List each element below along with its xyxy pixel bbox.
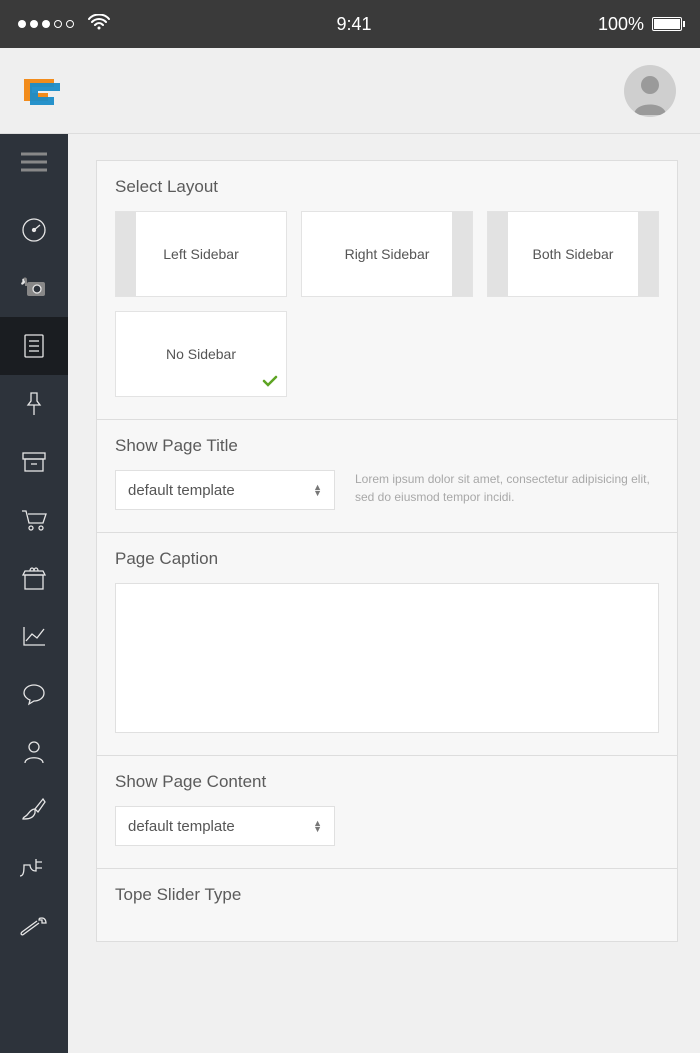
layout-option-right-sidebar[interactable]: Right Sidebar [301,211,473,297]
user-icon [22,739,46,765]
status-time: 9:41 [336,14,371,35]
document-icon [22,333,46,359]
layout-option-label: No Sidebar [166,346,236,362]
section-tope-slider-type: Tope Slider Type [97,869,677,941]
section-title: Show Page Content [115,772,659,792]
section-show-page-title: Show Page Title default template ▲▼ Lore… [97,420,677,533]
sidebar-item-plugins[interactable] [0,839,68,897]
archive-icon [21,451,47,473]
sidebar-item-cart[interactable] [0,491,68,549]
cart-icon [20,508,48,532]
section-title: Select Layout [115,177,659,197]
select-value: default template [128,482,235,499]
layout-option-no-sidebar[interactable]: No Sidebar [115,311,287,397]
menu-toggle-icon[interactable] [21,152,47,177]
media-icon: ♪ [20,276,48,300]
sidebar-item-gift[interactable] [0,549,68,607]
select-value: default template [128,818,235,835]
check-icon [262,374,278,390]
layout-option-left-sidebar[interactable]: Left Sidebar [115,211,287,297]
wrench-icon [20,916,48,936]
status-right: 100% [598,14,682,35]
layout-option-label: Right Sidebar [345,246,430,262]
sidebar-item-dashboard[interactable] [0,201,68,259]
gauge-icon [21,217,47,243]
brush-icon [21,797,47,823]
gift-icon [21,565,47,591]
user-avatar[interactable] [624,65,676,117]
sidebar-item-chat[interactable] [0,665,68,723]
signal-dots [18,20,74,28]
page-title-select[interactable]: default template ▲▼ [115,470,335,510]
section-show-page-content: Show Page Content default template ▲▼ [97,756,677,869]
sidebar-item-pin[interactable] [0,375,68,433]
sidebar-item-settings[interactable] [0,897,68,955]
chat-icon [21,682,47,706]
settings-panel: Select Layout Left Sidebar Right Sidebar… [96,160,678,942]
helper-text: Lorem ipsum dolor sit amet, consectetur … [355,470,659,506]
sidebar-item-media[interactable]: ♪ [0,259,68,317]
section-title: Show Page Title [115,436,659,456]
wifi-icon [88,14,110,35]
app-logo[interactable] [20,69,64,113]
status-bar: 9:41 100% [0,0,700,48]
sidebar-item-archive[interactable] [0,433,68,491]
stepper-icon: ▲▼ [313,484,322,496]
pin-icon [22,391,46,417]
layout-option-label: Left Sidebar [163,246,239,262]
sidebar-item-pages[interactable] [0,317,68,375]
section-title: Tope Slider Type [115,885,659,905]
chart-line-icon [21,624,47,648]
battery-icon [652,17,682,31]
sidebar-item-appearance[interactable] [0,781,68,839]
svg-text:♪: ♪ [21,277,25,286]
page-caption-textarea[interactable] [115,583,659,733]
plug-icon [20,856,48,880]
content-area: Select Layout Left Sidebar Right Sidebar… [68,134,700,1053]
layout-option-label: Both Sidebar [533,246,614,262]
section-select-layout: Select Layout Left Sidebar Right Sidebar… [97,161,677,420]
section-title: Page Caption [115,549,659,569]
section-page-caption: Page Caption [97,533,677,756]
sidebar-item-users[interactable] [0,723,68,781]
page-content-select[interactable]: default template ▲▼ [115,806,335,846]
app-header [0,48,700,134]
stepper-icon: ▲▼ [313,820,322,832]
layout-option-both-sidebar[interactable]: Both Sidebar [487,211,659,297]
battery-percent: 100% [598,14,644,35]
sidebar-item-analytics[interactable] [0,607,68,665]
status-left [18,14,110,35]
sidebar: ♪ [0,134,68,1053]
